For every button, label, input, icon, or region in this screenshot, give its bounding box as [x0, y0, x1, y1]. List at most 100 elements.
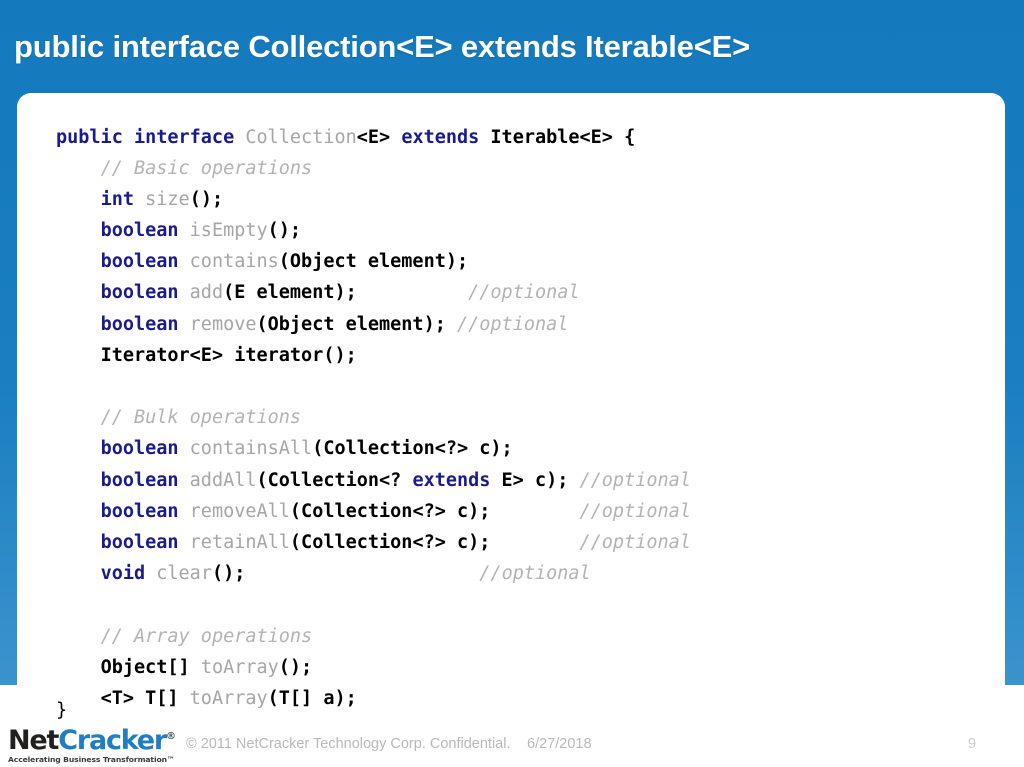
code-token-type: Object[] [100, 656, 201, 678]
logo-text-cracker: Cracker [58, 725, 167, 756]
code-token-ident: remove [189, 313, 257, 335]
code-closing-brace: } [56, 700, 68, 721]
code-token-type: (Collection<?> c); [312, 438, 513, 460]
code-token-comment: // Bulk operations [100, 407, 302, 429]
page-title: public interface Collection<E> extends I… [14, 28, 750, 64]
line-add: boolean add(E element); //optional [56, 277, 691, 308]
line-comment-bulk: // Bulk operations [56, 402, 691, 433]
code-token-kw: boolean [100, 438, 179, 460]
logo-text-net: Net [8, 725, 59, 756]
code-token-type: E> c); [490, 469, 569, 491]
code-token-ident: toArray [189, 687, 268, 709]
line-contains: boolean contains(Object element); [56, 246, 691, 277]
code-token-ident: removeAll [189, 500, 290, 522]
slide-footer: NetCracker® Accelerating Business Transf… [0, 724, 1024, 767]
code-block: public interface Collection<E> extends I… [56, 122, 691, 715]
code-token-ident: addAll [189, 469, 257, 491]
code-token-ident: clear [156, 563, 212, 585]
code-token-type: (Object element); [256, 313, 446, 335]
slide-title-bar: public interface Collection<E> extends I… [0, 0, 1024, 93]
code-token-kw: interface [133, 126, 235, 148]
code-token-type: <E> [356, 126, 391, 148]
line-clear: void clear(); //optional [56, 558, 691, 589]
slide: public interface Collection<E> extends I… [0, 0, 1024, 767]
code-token-type: (); [278, 656, 313, 678]
logo-wordmark: NetCracker® [8, 727, 176, 755]
code-token-type: (); [211, 563, 246, 585]
code-token-comment: //optional [579, 531, 691, 553]
code-token-kw: public [56, 126, 123, 148]
line-comment-basic: // Basic operations [56, 153, 691, 184]
code-token-kw: void [100, 563, 146, 585]
code-token-kw: int [100, 188, 134, 210]
code-token-ident: add [189, 282, 224, 304]
code-card: public interface Collection<E> extends I… [17, 93, 1005, 735]
code-token-comment: //optional [579, 500, 691, 522]
code-token-comment: //optional [468, 282, 580, 304]
code-token-ident: Collection [245, 126, 357, 148]
code-token-kw: boolean [100, 282, 179, 304]
line-addall: boolean addAll(Collection<? extends E> c… [56, 465, 691, 496]
code-token-ident: toArray [200, 656, 279, 678]
line-removeall: boolean removeAll(Collection<?> c); //op… [56, 496, 691, 527]
code-token-ident: size [145, 188, 190, 210]
line-containsall: boolean containsAll(Collection<?> c); [56, 433, 691, 464]
code-token-kw: boolean [100, 220, 179, 242]
footer-page-number: 9 [968, 736, 977, 752]
line-declaration: public interface Collection<E> extends I… [56, 122, 691, 153]
code-token-ident: containsAll [189, 438, 313, 460]
line-blank-2 [56, 589, 691, 620]
footer-date: 6/27/2018 [527, 736, 592, 752]
code-token-type: (Collection<?> c); [289, 500, 491, 522]
code-token-ident: isEmpty [189, 220, 268, 242]
logo-tagline: Accelerating Business Transformation™ [8, 755, 175, 764]
code-token-kw: extends [401, 126, 480, 148]
code-token-type: (Collection<?> c); [289, 531, 491, 553]
code-token-type: (); [267, 220, 302, 242]
code-token-type: (Collection<? [256, 469, 413, 491]
code-token-type: Iterable<E> { [490, 126, 636, 148]
code-token-kw: extends [412, 469, 491, 491]
netcracker-logo: NetCracker® Accelerating Business Transf… [8, 727, 176, 765]
code-token-type: Iterator<E> iterator(); [100, 344, 357, 366]
line-comment-array: // Array operations [56, 621, 691, 652]
code-token-kw: boolean [100, 531, 179, 553]
line-size: int size(); [56, 184, 691, 215]
line-toarray: Object[] toArray(); [56, 652, 691, 683]
line-blank-1 [56, 371, 691, 402]
code-token-kw: boolean [100, 313, 179, 335]
code-token-ident: contains [189, 251, 279, 273]
code-token-comment: // Array operations [100, 625, 313, 647]
line-isempty: boolean isEmpty(); [56, 215, 691, 246]
code-token-kw: boolean [100, 469, 179, 491]
